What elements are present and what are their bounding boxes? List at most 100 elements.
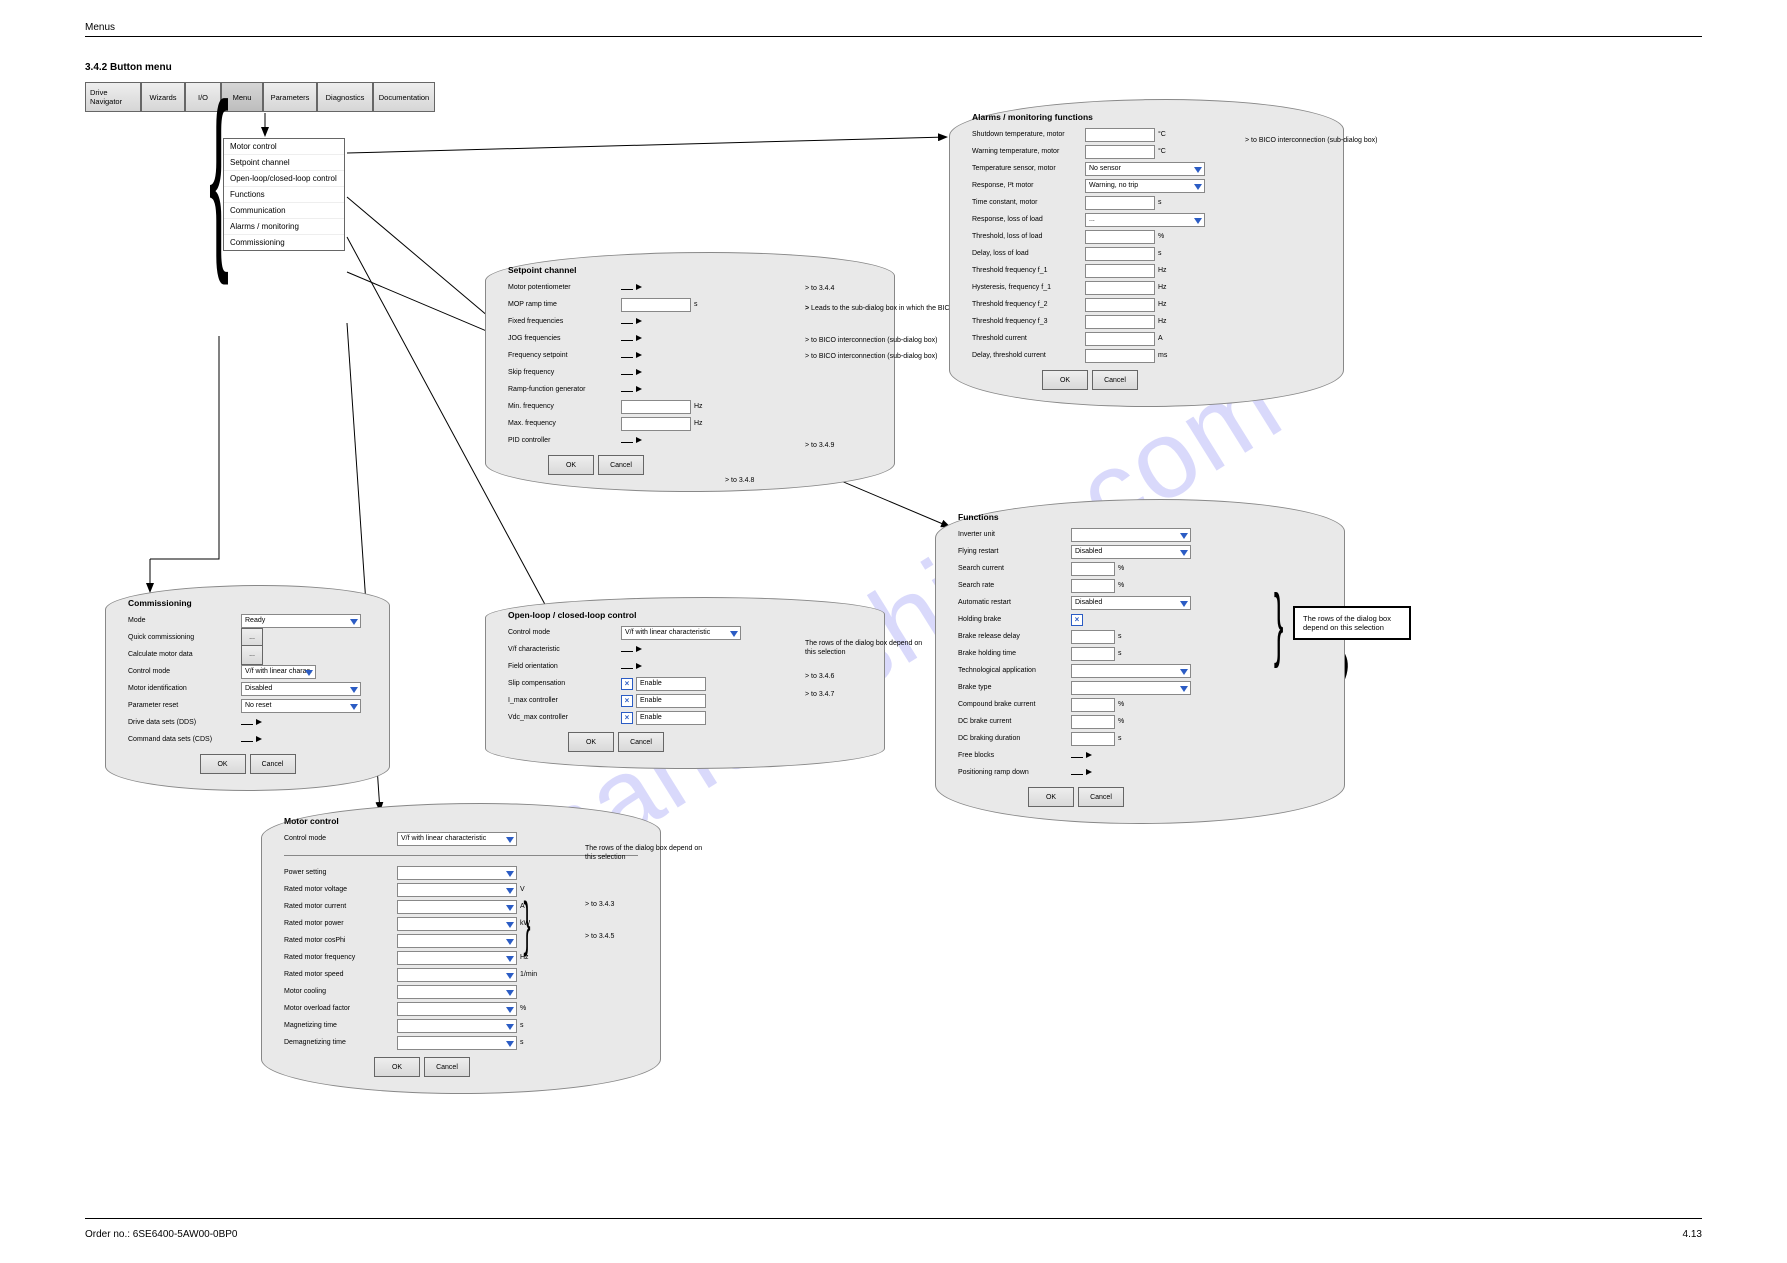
dropdown[interactable]: Warning, no trip [1085, 179, 1205, 193]
text-field[interactable] [1071, 715, 1115, 729]
link-arrow-icon[interactable] [621, 369, 642, 377]
menu-item[interactable]: Functions [224, 187, 344, 203]
text-field[interactable] [621, 400, 691, 414]
dropdown[interactable] [397, 900, 517, 914]
text-field[interactable] [1085, 196, 1155, 210]
ok-button[interactable]: OK [568, 732, 614, 752]
tab-drive-navigator[interactable]: Drive Navigator [85, 82, 141, 112]
field-label: Delay, threshold current [972, 352, 1082, 359]
ok-button[interactable]: OK [1028, 787, 1074, 807]
tab-wizards[interactable]: Wizards [141, 82, 185, 112]
dropdown[interactable]: V/f with linear charac. [241, 665, 316, 679]
text-field[interactable] [1071, 579, 1115, 593]
text-field[interactable] [1085, 349, 1155, 363]
link-arrow-icon[interactable] [621, 284, 642, 292]
dropdown[interactable]: No sensor [1085, 162, 1205, 176]
link-arrow-icon[interactable] [1071, 752, 1092, 760]
ok-button[interactable]: OK [374, 1057, 420, 1077]
dropdown[interactable] [397, 1019, 517, 1033]
text-field[interactable] [1085, 128, 1155, 142]
field-label: Command data sets (CDS) [128, 736, 238, 743]
cancel-button[interactable]: Cancel [598, 455, 644, 475]
ok-button[interactable]: OK [200, 754, 246, 774]
menu-item[interactable]: Communication [224, 203, 344, 219]
text-field[interactable]: Enable [636, 694, 706, 708]
menu-item[interactable]: Motor control [224, 139, 344, 155]
cancel-button[interactable]: Cancel [250, 754, 296, 774]
link-arrow-icon[interactable] [241, 736, 262, 744]
form-row: Magnetizing times [284, 1017, 638, 1034]
dropdown[interactable]: Ready [241, 614, 361, 628]
dropdown[interactable]: V/f with linear characteristic [621, 626, 741, 640]
text-field[interactable] [1085, 145, 1155, 159]
link-arrow-icon[interactable] [1071, 769, 1092, 777]
submenu-list: Motor controlSetpoint channelOpen-loop/c… [223, 138, 345, 251]
link-arrow-icon[interactable] [621, 318, 642, 326]
dropdown[interactable] [397, 934, 517, 948]
text-field[interactable] [1071, 630, 1115, 644]
menu-item[interactable]: Alarms / monitoring [224, 219, 344, 235]
menu-item[interactable]: Commissioning [224, 235, 344, 250]
tab-diagnostics[interactable]: Diagnostics [317, 82, 373, 112]
text-field[interactable] [1071, 698, 1115, 712]
link-arrow-icon[interactable] [621, 663, 642, 671]
text-field[interactable] [1085, 264, 1155, 278]
text-field[interactable] [1071, 562, 1115, 576]
link-arrow-icon[interactable] [621, 335, 642, 343]
text-field[interactable] [1085, 315, 1155, 329]
checkbox[interactable]: × [621, 695, 633, 707]
text-field[interactable] [1085, 230, 1155, 244]
text-field[interactable] [1085, 247, 1155, 261]
text-field[interactable] [1071, 647, 1115, 661]
menu-item[interactable]: Setpoint channel [224, 155, 344, 171]
link-arrow-icon[interactable] [241, 719, 262, 727]
text-field[interactable]: Enable [636, 711, 706, 725]
text-field[interactable] [621, 417, 691, 431]
dropdown[interactable]: No reset [241, 699, 361, 713]
link-arrow-icon[interactable] [621, 437, 642, 445]
dropdown[interactable] [397, 866, 517, 880]
text-field[interactable] [1085, 298, 1155, 312]
dropdown[interactable]: Disabled [1071, 596, 1191, 610]
dropdown[interactable]: ... [1085, 213, 1205, 227]
tab-documentation[interactable]: Documentation [373, 82, 435, 112]
text-field[interactable] [1071, 732, 1115, 746]
menu-item[interactable]: Open-loop/closed-loop control [224, 171, 344, 187]
unit-label: % [1118, 718, 1124, 725]
dropdown[interactable] [397, 968, 517, 982]
checkbox[interactable]: × [621, 712, 633, 724]
field-label: Power setting [284, 869, 394, 876]
dropdown[interactable] [1071, 664, 1191, 678]
dropdown[interactable] [1071, 528, 1191, 542]
note-to-344: > to 3.4.4 [805, 285, 834, 294]
dropdown[interactable]: V/f with linear characteristic [397, 832, 517, 846]
dropdown[interactable] [397, 917, 517, 931]
link-arrow-icon[interactable] [621, 352, 642, 360]
text-field[interactable]: Enable [636, 677, 706, 691]
checkbox[interactable]: × [621, 678, 633, 690]
text-field[interactable] [1085, 332, 1155, 346]
cancel-button[interactable]: Cancel [1078, 787, 1124, 807]
text-field[interactable] [1085, 281, 1155, 295]
dropdown[interactable] [397, 883, 517, 897]
ok-button[interactable]: OK [1042, 370, 1088, 390]
link-arrow-icon[interactable] [621, 386, 642, 394]
dropdown[interactable]: Disabled [1071, 545, 1191, 559]
field-label: Temperature sensor, motor [972, 165, 1082, 172]
form-row: Search rate% [958, 577, 1322, 594]
cancel-button[interactable]: Cancel [424, 1057, 470, 1077]
ellipsis-button[interactable]: ... [241, 645, 263, 665]
dropdown[interactable] [1071, 681, 1191, 695]
cancel-button[interactable]: Cancel [1092, 370, 1138, 390]
dropdown[interactable] [397, 985, 517, 999]
dropdown[interactable] [397, 1036, 517, 1050]
checkbox[interactable]: × [1071, 614, 1083, 626]
ok-button[interactable]: OK [548, 455, 594, 475]
dropdown[interactable] [397, 951, 517, 965]
dropdown[interactable] [397, 1002, 517, 1016]
link-arrow-icon[interactable] [621, 646, 642, 654]
dropdown[interactable]: Disabled [241, 682, 361, 696]
tab-parameters[interactable]: Parameters [263, 82, 317, 112]
cancel-button[interactable]: Cancel [618, 732, 664, 752]
text-field[interactable] [621, 298, 691, 312]
